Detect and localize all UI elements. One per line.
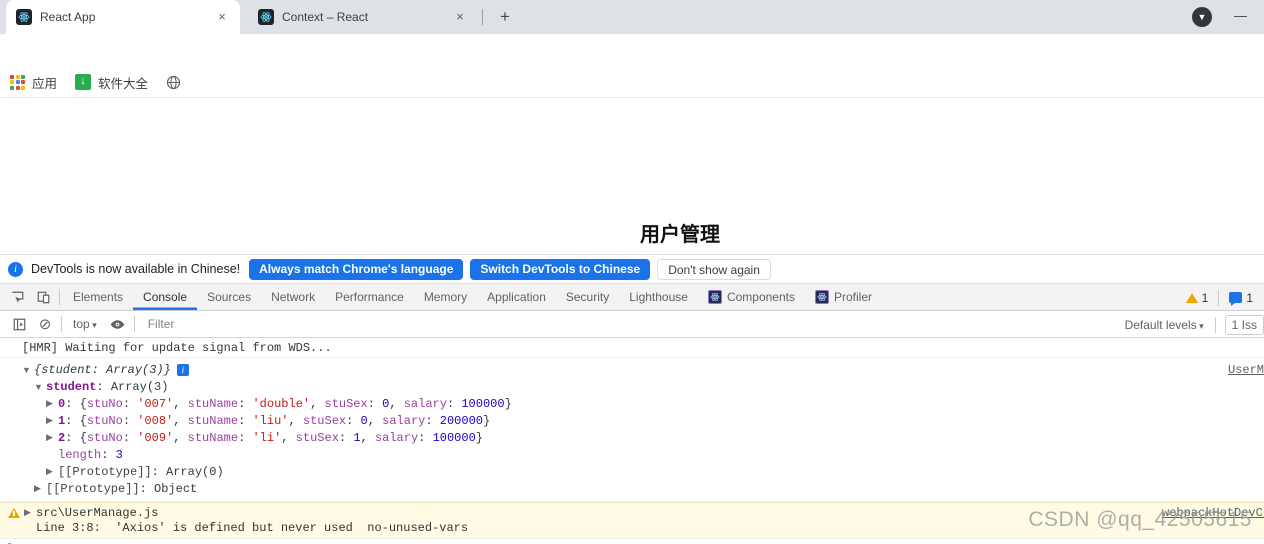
tab-security[interactable]: Security (556, 284, 619, 310)
source-link[interactable]: UserMa (1228, 363, 1264, 377)
prompt-chevron-icon: > (8, 540, 15, 544)
tab-application[interactable]: Application (477, 284, 556, 310)
evaluated-info-icon[interactable]: i (176, 363, 189, 376)
tab-context-react[interactable]: Context – React × (248, 0, 478, 34)
globe-icon (166, 75, 181, 90)
message-icon (1229, 292, 1243, 306)
switch-to-chinese-button[interactable]: Switch DevTools to Chinese (470, 258, 651, 280)
warning-detail: Line 3:8: 'Axios' is defined but never u… (36, 520, 469, 535)
react-favicon-icon (258, 9, 274, 25)
warning-icon (1185, 292, 1198, 303)
messages-badge[interactable]: 1 (1222, 291, 1260, 306)
console-sidebar-icon[interactable] (6, 317, 32, 332)
console-filter-input[interactable] (147, 317, 748, 331)
react-favicon-icon (16, 9, 32, 25)
js-context-dropdown[interactable]: top (65, 317, 105, 331)
warning-file: src\UserManage.js (36, 505, 159, 520)
collapse-triangle-icon[interactable]: ▼ (22, 365, 34, 375)
apps-label: 应用 (32, 76, 58, 91)
tab-components[interactable]: Components (698, 284, 805, 310)
new-tab-button[interactable]: + (492, 5, 518, 29)
tab-title: React App (40, 10, 96, 24)
warning-triangle-icon (8, 507, 20, 518)
console-prompt[interactable]: > (0, 538, 1264, 544)
console-log-object-preview[interactable]: ▼ {student: Array(3)} i UserMa (0, 361, 1264, 378)
expand-triangle-icon[interactable]: ▶ (46, 415, 58, 426)
log-levels-dropdown[interactable]: Default levels (1117, 318, 1212, 332)
page-title: 用户管理 (640, 224, 720, 246)
console-log-hmr: [HMR] Waiting for update signal from WDS… (0, 338, 1264, 358)
console-toolbar: ⊘ top Default levels 1 Iss (0, 311, 1264, 338)
warnings-badge[interactable]: 1 (1179, 291, 1216, 305)
react-icon (707, 290, 722, 304)
inspect-element-icon[interactable] (4, 284, 30, 310)
bookmark-folder-software[interactable]: ↓ 软件大全 (75, 73, 148, 92)
collapse-triangle-icon[interactable]: ▼ (34, 382, 46, 392)
tab-title: Context – React (282, 10, 369, 24)
tab-profiler[interactable]: Profiler (805, 284, 882, 310)
tab-close-icon[interactable]: × (452, 9, 468, 25)
expand-triangle-icon[interactable]: ▶ (34, 483, 46, 494)
devtools-badges: 1 1 (1179, 284, 1260, 311)
console-object-group: ▼ {student: Array(3)} i UserMa ▼ student… (0, 358, 1264, 502)
tab-console[interactable]: Console (133, 284, 197, 310)
device-toolbar-icon[interactable] (30, 284, 56, 310)
web-page-content: 用户管理 (0, 98, 1264, 254)
tab-performance[interactable]: Performance (325, 284, 414, 310)
tab-sources[interactable]: Sources (197, 284, 261, 310)
bookmarks-bar: 应用 ↓ 软件大全 (0, 67, 1264, 98)
apps-shortcut[interactable]: 应用 (10, 73, 57, 92)
browser-tab-strip: React App × Context – React × + ▼ — (0, 0, 1264, 34)
tab-react-app[interactable]: React App × (6, 0, 240, 34)
download-bookmark-icon: ↓ (75, 74, 92, 90)
clear-console-icon[interactable]: ⊘ (32, 315, 58, 333)
console-row-prototype-array[interactable]: ▶ [[Prototype]]: Array(0) (0, 463, 1264, 480)
window-minimize-button[interactable]: — (1234, 8, 1250, 23)
console-toolbar-right: Default levels 1 Iss (1117, 311, 1264, 338)
expand-triangle-icon[interactable]: ▶ (46, 466, 58, 477)
tab-separator (482, 9, 483, 25)
tab-elements[interactable]: Elements (63, 284, 133, 310)
info-icon: i (8, 261, 23, 277)
react-icon (815, 290, 829, 304)
console-row-student[interactable]: ▼ student: Array(3) (0, 378, 1264, 395)
expand-triangle-icon[interactable]: ▶ (46, 432, 58, 443)
dont-show-again-button[interactable]: Don't show again (657, 258, 771, 280)
browser-navbar: ← → ⟳ i localhost:3000 ✿ (0, 34, 1264, 98)
match-language-button[interactable]: Always match Chrome's language (249, 258, 464, 280)
console-row-item-2[interactable]: ▶ 2: {stuNo: '009', stuName: 'li', stuSe… (0, 429, 1264, 446)
apps-grid-icon (10, 74, 25, 90)
devtools-panel: i DevTools is now available in Chinese! … (0, 254, 1264, 544)
issues-counter[interactable]: 1 Iss (1224, 314, 1264, 335)
expand-triangle-icon[interactable]: ▶ (24, 507, 36, 518)
eye-icon[interactable] (105, 316, 131, 333)
tab-memory[interactable]: Memory (414, 284, 477, 310)
console-row-prototype-object[interactable]: ▶ [[Prototype]]: Object (0, 480, 1264, 497)
toolbar-separator (59, 289, 60, 305)
expand-triangle-icon[interactable]: ▶ (46, 398, 58, 409)
bookmark-globe[interactable] (166, 75, 181, 90)
bookmark-label: 软件大全 (98, 76, 149, 91)
infobar-text: DevTools is now available in Chinese! (31, 262, 241, 276)
devtools-language-infobar: i DevTools is now available in Chinese! … (0, 255, 1264, 284)
console-row-item-1[interactable]: ▶ 1: {stuNo: '008', stuName: 'liu', stuS… (0, 412, 1264, 429)
csdn-watermark: CSDN @qq_42505615 (1028, 508, 1252, 531)
devtools-tab-bar: Elements Console Sources Network Perform… (0, 284, 1264, 311)
tab-close-icon[interactable]: × (214, 9, 230, 25)
tab-lighthouse[interactable]: Lighthouse (619, 284, 698, 310)
download-caret-button[interactable]: ▼ (1192, 7, 1212, 27)
tab-network[interactable]: Network (261, 284, 325, 310)
console-row-item-0[interactable]: ▶ 0: {stuNo: '007', stuName: 'double', s… (0, 395, 1264, 412)
console-row-length: length: 3 (58, 447, 123, 462)
